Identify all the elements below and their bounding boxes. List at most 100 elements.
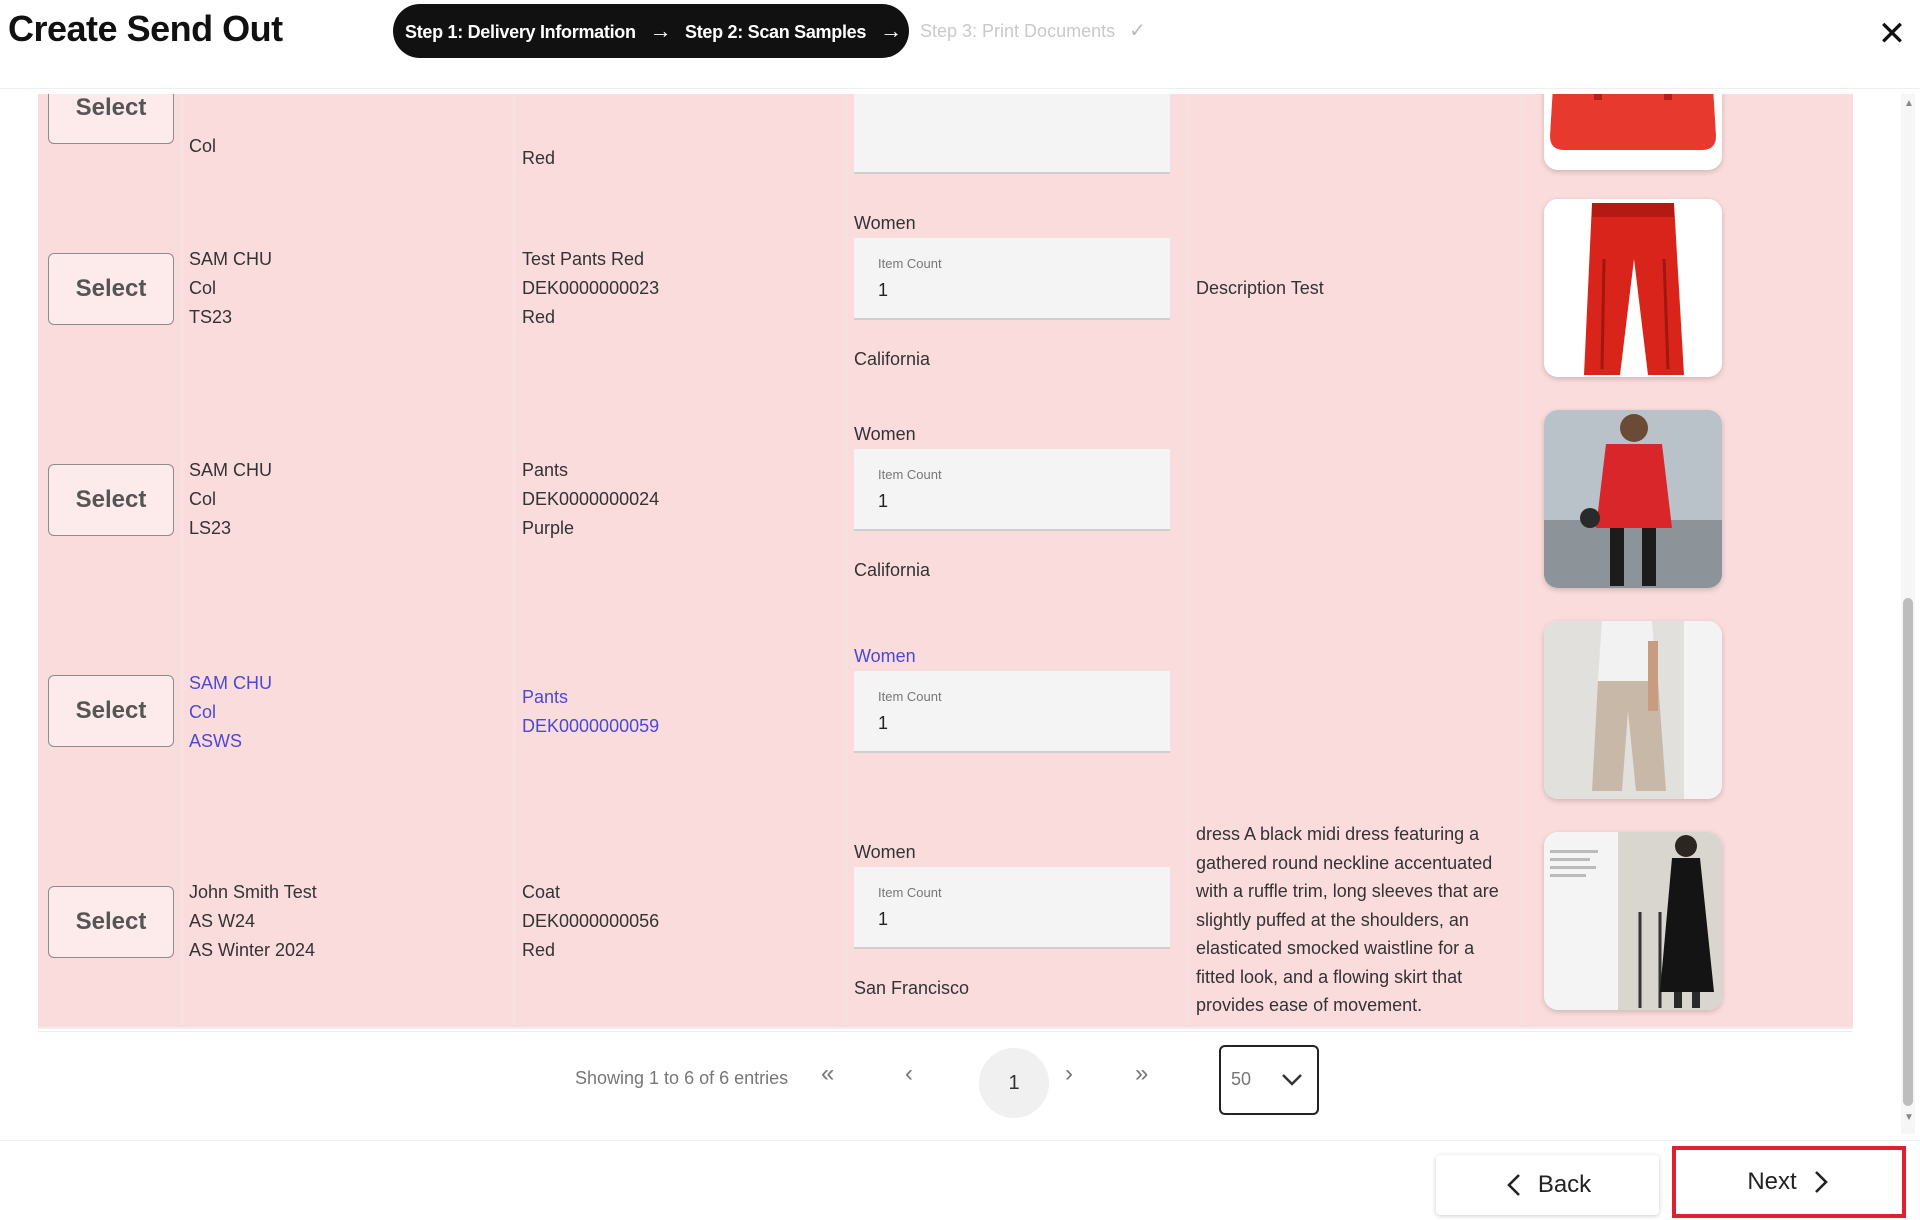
item-count-field[interactable] bbox=[854, 94, 1170, 174]
item-count-field[interactable]: Item Count 1 bbox=[854, 867, 1170, 949]
item-code: DEK0000000024 bbox=[522, 489, 660, 509]
location-label: San Francisco bbox=[854, 978, 970, 998]
step-1[interactable]: Step 1: Delivery Information → bbox=[405, 4, 672, 58]
item-color: Red bbox=[522, 307, 556, 327]
location-label: California bbox=[854, 560, 931, 580]
table-row: Select SAM CHU Col TS23 Test Pants Red D… bbox=[38, 183, 1853, 396]
description-text: dress A black midi dress featuring a gat… bbox=[1196, 824, 1499, 1015]
prev-page-icon[interactable]: ‹ bbox=[905, 1060, 913, 1088]
check-icon: ✓ bbox=[1129, 20, 1146, 42]
arrow-right-icon: → bbox=[880, 18, 902, 43]
owner-info: John Smith Test AS W24 AS Winter 2024 bbox=[189, 878, 317, 965]
gender-label: Women bbox=[854, 842, 916, 862]
collection-short: Col bbox=[189, 702, 217, 722]
step-2[interactable]: Step 2: Scan Samples → bbox=[685, 4, 902, 58]
red-bag-photo bbox=[1544, 94, 1722, 170]
stepper: Step 1: Delivery Information → Step 2: Sc… bbox=[393, 4, 909, 58]
item-count-label: Item Count bbox=[878, 689, 942, 704]
samples-table-container: Select Col Red Select SAM CHU Col TS23 T… bbox=[38, 94, 1853, 1134]
collection-short: Col bbox=[189, 489, 217, 509]
select-button[interactable]: Select bbox=[48, 464, 174, 536]
entries-summary: Showing 1 to 6 of 6 entries bbox=[575, 1068, 789, 1088]
item-name: Pants bbox=[522, 687, 569, 707]
collection-short: AS W24 bbox=[189, 911, 256, 931]
scroll-down-icon[interactable]: ▼ bbox=[1904, 1112, 1914, 1123]
close-icon[interactable]: ✕ bbox=[1874, 14, 1910, 54]
location-label: California bbox=[854, 349, 931, 369]
item-count-field[interactable]: Item Count 1 bbox=[854, 238, 1170, 320]
item-count-label: Item Count bbox=[878, 885, 942, 900]
step-3-label: Step 3: Print Documents bbox=[920, 21, 1116, 41]
back-button-label: Back bbox=[1537, 1171, 1592, 1198]
item-code: DEK0000000023 bbox=[522, 278, 660, 298]
arrow-right-icon: → bbox=[649, 18, 672, 43]
scroll-up-icon[interactable]: ▲ bbox=[1904, 98, 1914, 109]
description-text: Description Test bbox=[1196, 278, 1324, 298]
black-dress-photo bbox=[1544, 832, 1722, 1010]
chevron-right-icon bbox=[1814, 1171, 1828, 1193]
next-page-icon[interactable]: › bbox=[1065, 1060, 1073, 1088]
red-coat-photo bbox=[1544, 410, 1722, 588]
owner-info: SAM CHU Col LS23 bbox=[189, 456, 272, 543]
per-page-value: 50 bbox=[1231, 1069, 1252, 1089]
owner-name: SAM CHU bbox=[189, 249, 273, 269]
owner-name: SAM CHU bbox=[189, 673, 273, 693]
item-count-label: Item Count bbox=[878, 256, 942, 271]
item-info: Pants DEK0000000059 bbox=[522, 683, 659, 741]
item-count-field[interactable]: Item Count 1 bbox=[854, 449, 1170, 531]
next-button[interactable]: Next bbox=[1672, 1146, 1906, 1218]
season-code: LS23 bbox=[189, 518, 232, 538]
select-button[interactable]: Select bbox=[48, 94, 174, 144]
table-row: Select Col Red bbox=[38, 94, 1853, 185]
owner-name: John Smith Test bbox=[189, 882, 317, 902]
item-info: Pants DEK0000000024 Purple bbox=[522, 456, 659, 543]
item-name: Test Pants Red bbox=[522, 249, 645, 269]
pagination-bar: Showing 1 to 6 of 6 entries « ‹ 1 › » 50 bbox=[38, 1031, 1853, 1134]
footer: Back Next bbox=[0, 1140, 1920, 1220]
back-button[interactable]: Back bbox=[1436, 1155, 1659, 1215]
item-info: Test Pants Red DEK0000000023 Red bbox=[522, 245, 659, 332]
next-button-label: Next bbox=[1747, 1168, 1797, 1195]
item-info: Coat DEK0000000056 Red bbox=[522, 878, 659, 965]
gender-label: Women bbox=[854, 646, 916, 666]
owner-text: Col bbox=[189, 136, 217, 156]
page-1-button[interactable]: 1 bbox=[979, 1048, 1049, 1118]
red-pants-photo bbox=[1544, 199, 1722, 377]
select-button[interactable]: Select bbox=[48, 886, 174, 958]
item-color: Red bbox=[522, 940, 556, 960]
step-2-label: Step 2: Scan Samples bbox=[685, 22, 867, 42]
step-1-label: Step 1: Delivery Information bbox=[405, 22, 636, 42]
scrollbar-thumb[interactable] bbox=[1903, 598, 1913, 1106]
item-code: DEK0000000059 bbox=[522, 716, 660, 736]
gender-label: Women bbox=[854, 213, 916, 233]
owner-info: SAM CHU Col TS23 bbox=[189, 245, 272, 332]
item-code: DEK0000000056 bbox=[522, 911, 660, 931]
item-text: Red bbox=[522, 148, 556, 168]
header: Create Send Out Step 1: Delivery Informa… bbox=[0, 0, 1920, 89]
item-color: Purple bbox=[522, 518, 575, 538]
item-count-field[interactable]: Item Count 1 bbox=[854, 671, 1170, 753]
item-name: Pants bbox=[522, 460, 569, 480]
select-button[interactable]: Select bbox=[48, 253, 174, 325]
chevron-down-icon bbox=[1282, 1074, 1302, 1086]
step-3[interactable]: Step 3: Print Documents ✓ bbox=[920, 4, 1146, 58]
season-code: ASWS bbox=[189, 731, 243, 751]
table-row: Select SAM CHU Col ASWS Pants DEK0000000… bbox=[38, 605, 1853, 818]
chevron-left-icon bbox=[1506, 1174, 1520, 1196]
per-page-select[interactable]: 50 bbox=[1219, 1045, 1319, 1115]
select-button[interactable]: Select bbox=[48, 675, 174, 747]
owner-info: SAM CHU Col ASWS bbox=[189, 669, 272, 756]
item-count-value[interactable]: 1 bbox=[878, 909, 888, 930]
season-code: TS23 bbox=[189, 307, 233, 327]
item-count-value[interactable]: 1 bbox=[878, 280, 888, 301]
beige-pants-photo bbox=[1544, 621, 1722, 799]
first-page-icon[interactable]: « bbox=[821, 1060, 834, 1088]
item-count-value[interactable]: 1 bbox=[878, 713, 888, 734]
table-row: Select John Smith Test AS W24 AS Winter … bbox=[38, 816, 1853, 1029]
page-title: Create Send Out bbox=[8, 8, 283, 49]
item-count-value[interactable]: 1 bbox=[878, 491, 888, 512]
gender-label: Women bbox=[854, 424, 916, 444]
last-page-icon[interactable]: » bbox=[1135, 1060, 1148, 1088]
owner-name: SAM CHU bbox=[189, 460, 273, 480]
item-name: Coat bbox=[522, 882, 561, 902]
